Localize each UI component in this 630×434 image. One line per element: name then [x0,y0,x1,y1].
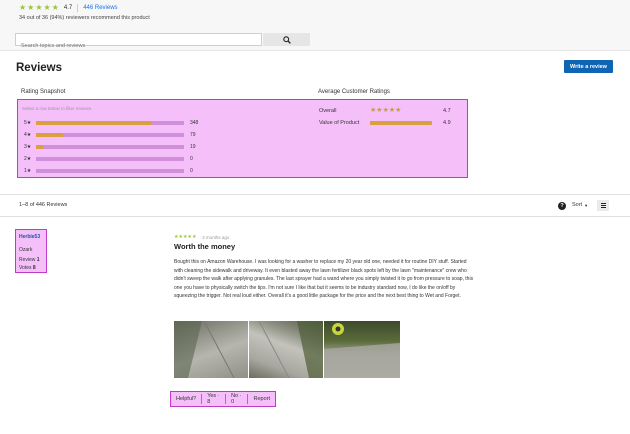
rating-row-count: 19 [190,144,196,150]
value-bar-fill [370,121,431,125]
review-title: Worth the money [174,242,236,251]
rating-bar-fill [36,145,44,149]
feedback-bar: Helpful? Yes · 8 No · 0 Report [170,391,276,407]
menu-button[interactable] [597,200,609,211]
star-icon: ★ [191,234,197,240]
rating-bar-fill [36,133,63,137]
author-panel: Herbie53 Ozark Review 1 Votes 8 [15,229,47,273]
menu-icon [600,203,606,208]
chevron-down-icon: ▼ [584,202,589,208]
author-name[interactable]: Herbie53 [19,234,40,240]
rating-row-5[interactable]: 5★ 348 [24,120,198,126]
star-icon: ★ [27,3,35,12]
divider [0,216,630,217]
review-count-text: 1–8 of 446 Reviews [19,202,68,208]
sort-button[interactable]: Sort ▼ [572,202,588,208]
rating-row-4[interactable]: 4★ 79 [24,132,196,138]
overall-star-rating: ★ ★ ★ ★ ★ [370,107,401,115]
question-icon[interactable]: ? [558,202,566,210]
summary-rating-row: ★ ★ ★ ★ ★ 4.7 446 Reviews [19,4,118,12]
rating-snapshot-heading: Rating Snapshot [21,89,66,95]
rating-row-label: 5★ [24,120,32,126]
rating-bar [36,145,184,149]
value-bar [370,121,432,125]
review-photo[interactable] [174,321,248,378]
average-ratings-heading: Average Customer Ratings [318,89,390,95]
search-field[interactable] [15,33,262,52]
author-location: Ozark [19,247,33,253]
divider [0,194,630,195]
rating-row-2[interactable]: 2★ 0 [24,156,193,162]
rating-row-count: 0 [190,168,193,174]
review-photo[interactable] [249,321,323,378]
helpful-no-button[interactable]: No · 0 [226,393,249,405]
rating-bar [36,169,184,173]
rating-bar [36,133,184,137]
summary-star-rating: ★ ★ ★ ★ ★ [19,4,59,12]
star-icon: ★ [35,3,43,12]
rating-row-label: 2★ [24,156,32,162]
review-body: Bought this on Amazon Warehouse. I was l… [174,259,474,299]
write-review-button[interactable]: Write a review [564,60,613,73]
review-meta: ★ ★ ★ ★ ★ · 3 months ago [174,233,229,241]
rating-row-count: 0 [190,156,193,162]
reviews-heading: Reviews [16,62,63,74]
recommend-text: 34 out of 36 (94%) reviewers recommend t… [19,15,150,21]
sort-label: Sort [572,202,583,208]
rating-row-label: 3★ [24,144,32,150]
search-button[interactable] [263,33,310,46]
author-review-count: Review 1 [19,257,40,263]
rating-row-count: 348 [190,120,199,126]
author-votes: Votes 8 [19,265,36,271]
rating-bar [36,157,184,161]
search-input[interactable] [16,40,261,52]
value-rating-row: Value of Product 4.9 [319,120,451,126]
review-photo[interactable] [324,321,400,378]
divider [77,4,79,12]
overall-label: Overall [319,108,337,114]
rating-row-count: 79 [190,132,196,138]
overall-value: 4.7 [443,108,451,114]
value-score: 4.9 [443,120,451,126]
summary-average: 4.7 [63,5,73,11]
star-icon: ★ [51,3,59,12]
rating-row-3[interactable]: 3★ 19 [24,144,196,150]
rating-row-label: 4★ [24,132,32,138]
rating-row-1[interactable]: 1★ 0 [24,168,193,174]
helpful-yes-button[interactable]: Yes · 8 [202,393,227,405]
star-icon: ★ [395,107,402,114]
star-icon: ★ [19,3,27,12]
value-label: Value of Product [319,120,360,126]
review-time: · 3 months ago [199,234,230,240]
star-icon: ★ [43,3,51,12]
overall-rating-row: Overall ★ ★ ★ ★ ★ 4.7 [319,107,451,115]
report-button[interactable]: Report [248,394,275,404]
rating-snapshot-panel: Select a row below to filter reviews. 5★… [17,99,468,178]
helpful-label: Helpful? [171,394,203,404]
rating-row-label: 1★ [24,168,32,174]
rating-bar [36,121,184,125]
reviews-count-link[interactable]: 446 Reviews [83,5,117,11]
filter-hint: Select a row below to filter reviews. [22,106,93,111]
rating-summary-bar: ★ ★ ★ ★ ★ 4.7 446 Reviews 34 out of 36 (… [0,0,630,52]
rating-bar-fill [36,121,152,125]
search-icon [282,35,291,44]
